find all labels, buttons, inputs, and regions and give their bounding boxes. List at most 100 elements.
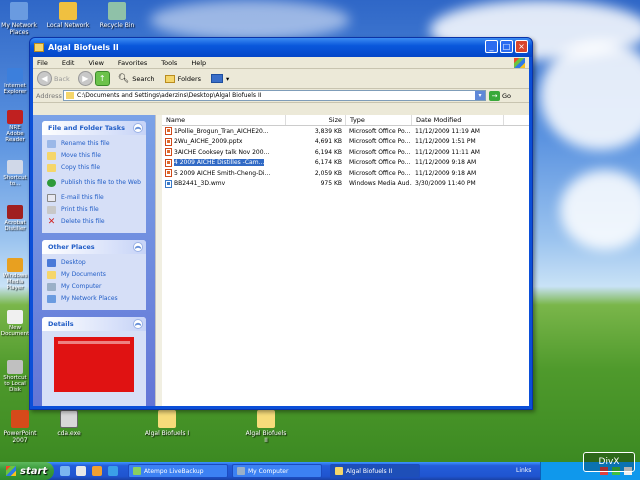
forward-arrow-icon[interactable]: ▶ xyxy=(77,71,93,86)
back-arrow-icon[interactable]: ◀ xyxy=(37,71,52,86)
start-button[interactable]: start xyxy=(0,462,54,480)
file-name-cell[interactable]: 5 2009 AICHE Smith-Cheng-Di... xyxy=(162,169,286,178)
desktop-icon-recycle-bin[interactable]: Recycle Bin xyxy=(94,2,140,29)
explorer-window[interactable]: Algal Biofuels II _ □ × File Edit View F… xyxy=(29,37,533,410)
rename-icon xyxy=(47,140,56,148)
desktop-icon[interactable]: Shortcut to Local Disk xyxy=(0,360,30,393)
media-player-icon xyxy=(7,258,23,272)
place-my-network[interactable]: My Network Places xyxy=(47,293,141,305)
file-size: 6,194 KB xyxy=(314,148,342,156)
desktop-icon[interactable]: New Document xyxy=(0,310,30,337)
desktop-icon[interactable]: Internet Explorer xyxy=(0,68,30,95)
column-size[interactable]: Size xyxy=(286,115,346,125)
file-tasks-header[interactable]: File and Folder Tasks ︽ xyxy=(42,121,146,135)
address-input[interactable]: C:\Documents and Settings\aderzins\Deskt… xyxy=(63,90,486,101)
desktop-icon[interactable]: Acrobat Distiller xyxy=(0,205,30,232)
file-row[interactable]: 4 2009 AICHE Distilles -Cam... 6,174 KB Mi… xyxy=(162,158,529,169)
menu-edit[interactable]: Edit xyxy=(62,59,75,67)
file-list[interactable]: Name Size Type Date Modified 1Pollie_Bro… xyxy=(162,115,529,406)
file-row[interactable]: 2Wu_AICHE_2009.pptx 4,691 KB Microsoft Off… xyxy=(162,137,529,148)
chevron-up-icon[interactable]: ︽ xyxy=(133,242,143,252)
taskbar-item-my-computer[interactable]: My Computer xyxy=(232,464,322,478)
explorer-body: File and Folder Tasks ︽ Rename this file… xyxy=(33,115,529,406)
task-email[interactable]: E-mail this file xyxy=(47,192,141,204)
quicklaunch-outlook-icon[interactable] xyxy=(108,466,118,476)
file-name-cell[interactable]: 3AICHE Cooksey talk Nov 200... xyxy=(162,148,286,157)
recycle-bin-icon xyxy=(108,2,126,20)
file-name-cell[interactable]: 1Pollie_Brogun_Tran_AICHE20... xyxy=(162,127,286,136)
go-button[interactable]: → Go xyxy=(489,90,511,101)
folders-button[interactable]: Folders xyxy=(164,74,201,83)
other-places-header[interactable]: Other Places ︽ xyxy=(42,240,146,254)
taskbar-item-algal-biofuels[interactable]: Algal Biofuels II xyxy=(330,464,420,478)
desktop-icon[interactable]: Shortcut to... xyxy=(0,160,30,187)
column-type[interactable]: Type xyxy=(346,115,412,125)
my-computer-icon xyxy=(237,467,245,475)
desktop-icon[interactable]: NRE Adobe Reader xyxy=(0,110,30,143)
menu-favorites[interactable]: Favorites xyxy=(118,59,147,67)
desktop-icon-network-places[interactable]: My Network Places xyxy=(0,2,42,36)
quicklaunch-media-icon[interactable] xyxy=(92,466,102,476)
divx-watermark: DivX xyxy=(583,452,635,472)
task-publish[interactable]: Publish this file to the Web xyxy=(47,174,141,192)
search-button[interactable]: 🔍︎ Search xyxy=(118,74,155,84)
email-icon xyxy=(47,194,56,202)
menu-tools[interactable]: Tools xyxy=(161,59,177,67)
file-name-cell[interactable]: 2Wu_AICHE_2009.pptx xyxy=(162,137,286,146)
quicklaunch-desktop-icon[interactable] xyxy=(60,466,70,476)
folder-icon xyxy=(66,92,74,99)
file-list-header: Name Size Type Date Modified xyxy=(162,115,529,126)
desktop-icon-cda[interactable]: cda.exe xyxy=(46,410,92,437)
windows-logo-icon xyxy=(514,58,525,68)
column-name[interactable]: Name xyxy=(162,115,286,125)
taskbar-item-atempo[interactable]: Atempo LiveBackup xyxy=(128,464,228,478)
file-date: 11/12/2009 11:19 AM xyxy=(415,127,480,135)
place-desktop[interactable]: Desktop xyxy=(47,257,141,269)
maximize-button[interactable]: □ xyxy=(500,40,513,53)
views-button[interactable]: ▾ xyxy=(211,74,229,83)
task-pane-scrollbar[interactable] xyxy=(155,115,162,406)
task-rename[interactable]: Rename this file xyxy=(47,138,141,150)
place-my-documents[interactable]: My Documents xyxy=(47,269,141,281)
file-row[interactable]: 5 2009 AICHE Smith-Cheng-Di... 2,059 KB Mi… xyxy=(162,168,529,179)
details-header[interactable]: Details ︽ xyxy=(42,317,146,331)
back-button-label[interactable]: Back xyxy=(54,75,70,83)
file-type: Windows Media Aud... xyxy=(349,180,412,188)
task-copy[interactable]: Copy this file xyxy=(47,162,141,174)
file-row[interactable]: BB2441_3D.wmv 975 KB Windows Media Aud... 3… xyxy=(162,179,529,190)
desktop-icon-algal-biofuels-2[interactable]: Algal Biofuels II xyxy=(243,410,289,444)
task-move[interactable]: Move this file xyxy=(47,150,141,162)
menu-view[interactable]: View xyxy=(88,59,103,67)
file-name-cell[interactable]: 4 2009 AICHE Distilles -Cam... xyxy=(162,158,286,167)
go-arrow-icon: → xyxy=(489,90,500,101)
file-type: Microsoft Office Po... xyxy=(349,159,411,167)
menu-file[interactable]: File xyxy=(37,59,48,67)
close-button[interactable]: × xyxy=(515,40,528,53)
file-date: 11/12/2009 11:11 AM xyxy=(415,148,480,156)
task-delete[interactable]: ✕ Delete this file xyxy=(47,216,141,228)
desktop-icon-algal-biofuels-1[interactable]: Algal Biofuels I xyxy=(144,410,190,437)
file-date: 11/12/2009 9:18 AM xyxy=(415,169,477,177)
task-print[interactable]: Print this file xyxy=(47,204,141,216)
chevron-up-icon[interactable]: ︽ xyxy=(133,123,143,133)
file-name-cell[interactable]: BB2441_3D.wmv xyxy=(162,179,286,188)
address-dropdown-icon[interactable]: ▾ xyxy=(475,91,485,100)
disk-icon xyxy=(7,360,23,374)
desktop-icon-local-network[interactable]: Local Network xyxy=(45,2,91,29)
menu-help[interactable]: Help xyxy=(191,59,206,67)
folder-up-icon[interactable]: ↑ xyxy=(94,71,110,86)
chevron-up-icon[interactable]: ︽ xyxy=(133,319,143,329)
file-row[interactable]: 3AICHE Cooksey talk Nov 200... 6,194 KB Mi… xyxy=(162,147,529,158)
desktop-icon-powerpoint[interactable]: PowerPoint 2007 xyxy=(0,410,43,444)
place-my-computer[interactable]: My Computer xyxy=(47,281,141,293)
minimize-button[interactable]: _ xyxy=(485,40,498,53)
file-rows: 1Pollie_Brogun_Tran_AICHE20... 3,839 KB Mi… xyxy=(162,126,529,189)
ppt-icon xyxy=(165,137,172,146)
title-bar[interactable]: Algal Biofuels II xyxy=(30,38,532,57)
links-toolbar[interactable]: Links xyxy=(516,467,531,474)
column-date-modified[interactable]: Date Modified xyxy=(412,115,504,125)
desktop-icon[interactable]: Windows Media Player xyxy=(0,258,30,291)
my-computer-icon xyxy=(47,283,56,291)
quicklaunch-ie-icon[interactable] xyxy=(76,466,86,476)
file-row[interactable]: 1Pollie_Brogun_Tran_AICHE20... 3,839 KB Mi… xyxy=(162,126,529,137)
